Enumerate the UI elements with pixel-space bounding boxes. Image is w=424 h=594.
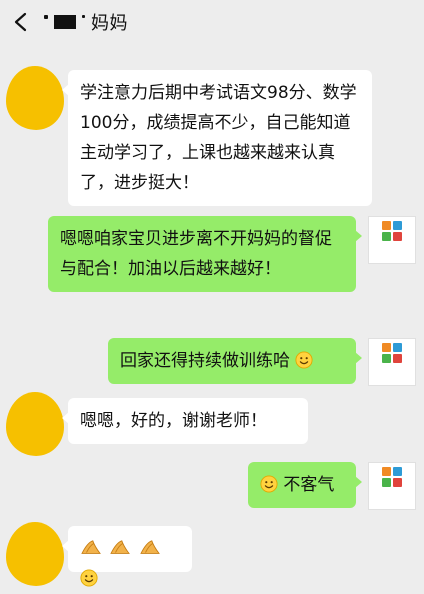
- teacher-logo: [382, 343, 402, 352]
- smiley-icon: [260, 475, 278, 493]
- message-text: 学注意力后期中考试语文98分、数学100分，成绩提高不少，自己能知道主动学习了，…: [80, 83, 357, 193]
- teacher-logo: [382, 467, 402, 476]
- logo-block: [382, 343, 391, 352]
- teacher-logo: [382, 221, 402, 230]
- redaction-mark: [82, 14, 85, 18]
- incoming-message-bubble: 嗯嗯，好的，谢谢老师！: [62, 398, 308, 444]
- clap-icon: [81, 540, 101, 554]
- outgoing-message-bubble: 回家还得持续做训练哈: [108, 338, 362, 384]
- chat-title-wrap: 妈妈: [44, 10, 128, 34]
- logo-block: [382, 232, 391, 241]
- teacher-logo: [382, 354, 402, 363]
- logo-block: [393, 343, 402, 352]
- logo-block: [393, 354, 402, 363]
- redaction-bar: [54, 15, 76, 29]
- logo-block: [382, 478, 391, 487]
- outgoing-message-bubble: 不客气: [248, 462, 362, 508]
- message-text: 嗯嗯，好的，谢谢老师！: [80, 411, 267, 431]
- teacher-logo: [382, 478, 402, 487]
- teacher-avatar[interactable]: [368, 462, 416, 510]
- teacher-avatar[interactable]: [368, 338, 416, 386]
- smiley-icon: [80, 569, 98, 587]
- logo-block: [393, 467, 402, 476]
- contact-avatar[interactable]: [6, 66, 64, 130]
- message-text: 不客气: [283, 475, 335, 495]
- chevron-left-icon[interactable]: [10, 10, 32, 34]
- teacher-avatar[interactable]: [368, 216, 416, 264]
- logo-block: [393, 478, 402, 487]
- logo-block: [382, 221, 391, 230]
- incoming-message-bubble: [62, 526, 192, 587]
- contact-avatar[interactable]: [6, 522, 64, 586]
- chat-title: 妈妈: [91, 13, 128, 34]
- redaction-mark: [44, 15, 48, 19]
- clap-icon: [110, 540, 131, 554]
- message-text: 回家还得持续做训练哈: [120, 351, 290, 371]
- logo-block: [393, 232, 402, 241]
- chat-header: 妈妈: [0, 0, 424, 44]
- smiley-icon: [295, 351, 313, 369]
- logo-block: [382, 467, 391, 476]
- logo-block: [382, 354, 391, 363]
- message-text: 嗯嗯咱家宝贝进步离不开妈妈的督促与配合！加油以后越来越好！: [60, 229, 332, 279]
- incoming-message-bubble: 学注意力后期中考试语文98分、数学100分，成绩提高不少，自己能知道主动学习了，…: [62, 70, 372, 206]
- contact-avatar[interactable]: [6, 392, 64, 456]
- logo-block: [393, 221, 402, 230]
- outgoing-message-bubble: 嗯嗯咱家宝贝进步离不开妈妈的督促与配合！加油以后越来越好！: [48, 216, 362, 292]
- teacher-logo: [382, 232, 402, 241]
- clap-icon: [140, 540, 160, 554]
